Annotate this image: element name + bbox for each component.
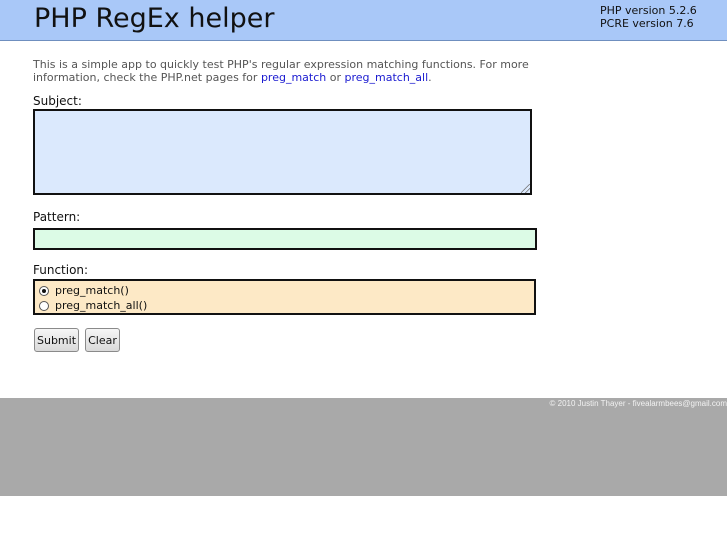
preg-match-all-link[interactable]: preg_match_all (345, 71, 429, 84)
radio-label: preg_match() (55, 284, 129, 297)
page-header: PHP RegEx helper PHP version 5.2.6 PCRE … (0, 0, 727, 41)
function-radio-group: preg_match() preg_match_all() (33, 279, 536, 315)
radio-selected-icon[interactable] (39, 285, 49, 296)
intro-text-end: . (428, 71, 432, 84)
pattern-label: Pattern: (33, 210, 81, 224)
page-title: PHP RegEx helper (34, 3, 275, 34)
preg-match-link[interactable]: preg_match (261, 71, 326, 84)
php-version: PHP version 5.2.6 (600, 4, 697, 17)
version-info: PHP version 5.2.6 PCRE version 7.6 (600, 4, 697, 30)
intro-text: This is a simple app to quickly test PHP… (33, 58, 533, 84)
clear-button[interactable]: Clear (85, 328, 120, 352)
resize-handle[interactable] (521, 184, 530, 193)
subject-label: Subject: (33, 94, 82, 108)
radio-label: preg_match_all() (55, 299, 148, 312)
subject-textarea[interactable] (33, 109, 532, 195)
radio-unselected-icon[interactable] (39, 300, 49, 311)
copyright-text: © 2010 Justin Thayer - fivealarmbees@gma… (549, 399, 727, 408)
pattern-input[interactable] (33, 228, 537, 250)
submit-button[interactable]: Submit (34, 328, 79, 352)
pcre-version: PCRE version 7.6 (600, 17, 694, 30)
radio-option-preg-match[interactable]: preg_match() (39, 284, 129, 297)
intro-text-middle: or (326, 71, 345, 84)
radio-option-preg-match-all[interactable]: preg_match_all() (39, 299, 147, 312)
page-footer: © 2010 Justin Thayer - fivealarmbees@gma… (0, 398, 727, 496)
function-label: Function: (33, 263, 89, 277)
